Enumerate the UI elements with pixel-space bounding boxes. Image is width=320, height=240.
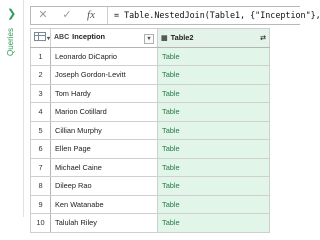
formula-bar-divider xyxy=(107,7,108,24)
row-number: 5 xyxy=(30,120,51,140)
table-row[interactable]: 8 Dileep Rao Table xyxy=(30,176,270,196)
table-row[interactable]: 5 Cillian Murphy Table xyxy=(30,120,270,140)
cancel-button[interactable]: ✕ xyxy=(35,7,51,24)
inception-cell[interactable]: Leonardo DiCaprio xyxy=(50,46,158,66)
table-row[interactable]: 6 Ellen Page Table xyxy=(30,139,270,159)
table2-link-cell[interactable]: Table xyxy=(157,213,270,233)
fx-button[interactable]: fx xyxy=(83,7,99,24)
table2-link-cell[interactable]: Table xyxy=(157,83,270,103)
table2-link-cell[interactable]: Table xyxy=(157,46,270,66)
table2-link-cell[interactable]: Table xyxy=(157,176,270,196)
queries-pane-label[interactable]: Queries xyxy=(3,28,19,56)
filter-dropdown-icon[interactable]: ▾ xyxy=(144,33,154,44)
inception-cell[interactable]: Cillian Murphy xyxy=(50,120,158,140)
table-row[interactable]: 2 Joseph Gordon-Levitt Table xyxy=(30,65,270,85)
inception-cell[interactable]: Talulah Riley xyxy=(50,213,158,233)
inception-cell[interactable]: Ellen Page xyxy=(50,139,158,159)
row-number: 1 xyxy=(30,46,51,66)
inception-cell[interactable]: Michael Caine xyxy=(50,157,158,177)
confirm-button[interactable]: ✓ xyxy=(59,7,75,24)
table-row[interactable]: 3 Tom Hardy Table xyxy=(30,83,270,103)
inception-cell[interactable]: Dileep Rao xyxy=(50,176,158,196)
table2-link-cell[interactable]: Table xyxy=(157,65,270,85)
table-row[interactable]: 7 Michael Caine Table xyxy=(30,157,270,177)
formula-bar: ✕ ✓ fx = Table.NestedJoin(Table1, {"Ince… xyxy=(30,6,320,25)
row-number: 6 xyxy=(30,139,51,159)
text-type-icon[interactable]: ABC xyxy=(54,34,69,41)
inception-cell[interactable]: Tom Hardy xyxy=(50,83,158,103)
row-number: 9 xyxy=(30,194,51,214)
table2-link-cell[interactable]: Table xyxy=(157,139,270,159)
row-number: 8 xyxy=(30,176,51,196)
table-row[interactable]: 10 Talulah Riley Table xyxy=(30,213,270,233)
row-number: 3 xyxy=(30,83,51,103)
column-header-inception[interactable]: ABC Inception ▾ xyxy=(50,28,158,48)
table-row[interactable]: 9 Ken Watanabe Table xyxy=(30,194,270,214)
formula-input[interactable]: = Table.NestedJoin(Table1, {"Inception"}… xyxy=(114,7,320,24)
row-number: 2 xyxy=(30,65,51,85)
table2-link-cell[interactable]: Table xyxy=(157,102,270,122)
row-number: 4 xyxy=(30,102,51,122)
expand-column-icon[interactable]: ⇄ xyxy=(260,34,266,42)
header-row: ▾ ABC Inception ▾ ▦ Table2 ⇄ xyxy=(30,28,270,48)
data-grid: ▾ ABC Inception ▾ ▦ Table2 ⇄ 1 Leonardo DiC… xyxy=(30,28,270,233)
pane-divider xyxy=(23,0,24,217)
table-row[interactable]: 1 Leonardo DiCaprio Table xyxy=(30,46,270,66)
column-header-table2[interactable]: ▦ Table2 ⇄ xyxy=(157,28,270,48)
column-header-label: Inception xyxy=(72,31,106,41)
table2-link-cell[interactable]: Table xyxy=(157,120,270,140)
row-number: 10 xyxy=(30,213,51,233)
caret-down-icon: ▾ xyxy=(47,36,51,43)
column-header-label: Table2 xyxy=(170,33,194,43)
table-corner-button[interactable]: ▾ xyxy=(30,28,51,48)
inception-cell[interactable]: Joseph Gordon-Levitt xyxy=(50,65,158,85)
table-type-icon[interactable]: ▦ xyxy=(161,34,168,42)
inception-cell[interactable]: Marion Cotillard xyxy=(50,102,158,122)
queries-pane: ❯ Queries xyxy=(0,0,24,217)
table-row[interactable]: 4 Marion Cotillard Table xyxy=(30,102,270,122)
table2-link-cell[interactable]: Table xyxy=(157,194,270,214)
table2-link-cell[interactable]: Table xyxy=(157,157,270,177)
row-number: 7 xyxy=(30,157,51,177)
chevron-right-icon[interactable]: ❯ xyxy=(7,9,16,20)
inception-cell[interactable]: Ken Watanabe xyxy=(50,194,158,214)
table-icon xyxy=(34,32,46,42)
